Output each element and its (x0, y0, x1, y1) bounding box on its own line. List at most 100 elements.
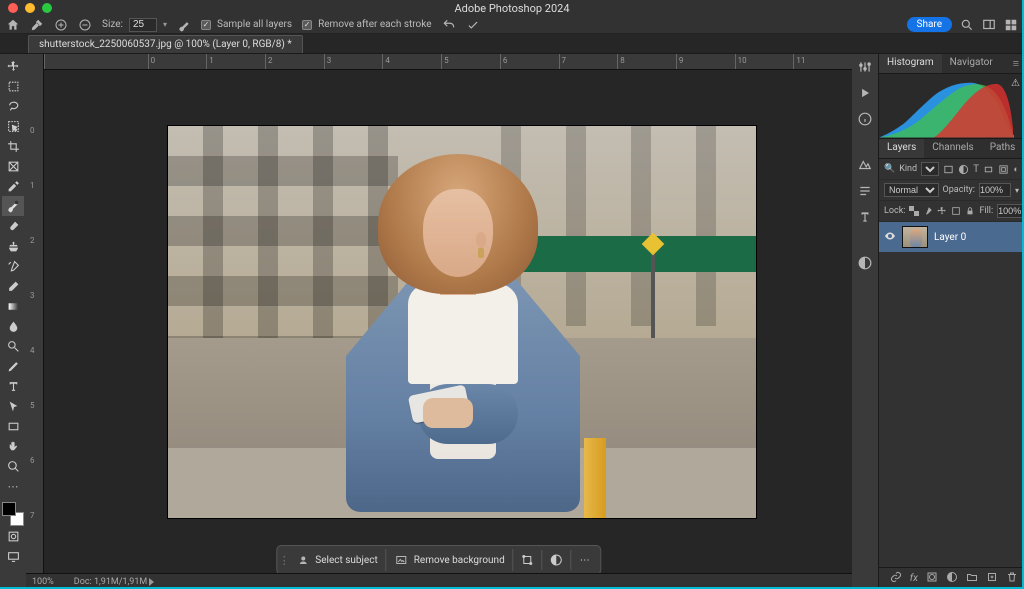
filter-pixel-icon[interactable] (943, 163, 954, 175)
new-layer-icon[interactable] (986, 571, 998, 586)
layer-visibility-icon[interactable] (884, 230, 896, 245)
window-close[interactable] (8, 3, 18, 13)
ctxbar-adjust-button[interactable] (543, 550, 572, 570)
opacity-input[interactable] (979, 183, 1011, 197)
layer-fx-icon[interactable]: fx (910, 573, 918, 584)
paragraph-icon[interactable] (858, 184, 872, 198)
tool-marquee[interactable] (2, 76, 24, 96)
remove-after-stroke-checkbox[interactable]: ✓ (302, 20, 312, 30)
contextual-taskbar[interactable]: ⋮ Select subject Remove background ⋯ (276, 545, 601, 575)
tool-object-select[interactable] (2, 116, 24, 136)
filter-icon[interactable]: 🔍 (884, 163, 895, 175)
tool-hand[interactable] (2, 436, 24, 456)
layer-item-0[interactable]: Layer 0 (879, 222, 1024, 252)
adjustments-icon[interactable] (858, 158, 872, 172)
brush-size-input[interactable] (129, 18, 157, 32)
remove-background-button[interactable]: Remove background (387, 549, 514, 571)
home-icon[interactable] (6, 18, 20, 32)
tool-dodge[interactable] (2, 336, 24, 356)
tool-eraser[interactable] (2, 276, 24, 296)
window-minimize[interactable] (25, 3, 35, 13)
tool-crop[interactable] (2, 136, 24, 156)
tool-type[interactable] (2, 376, 24, 396)
doc-info-dropdown-icon[interactable] (149, 578, 154, 586)
tool-pen[interactable] (2, 356, 24, 376)
blend-mode-select[interactable]: Normal (884, 183, 939, 197)
subtract-icon[interactable] (78, 18, 92, 32)
document-canvas[interactable] (168, 126, 756, 518)
tool-move[interactable] (2, 56, 24, 76)
tab-layers[interactable]: Layers (879, 139, 924, 158)
tool-blur[interactable] (2, 316, 24, 336)
tab-channels[interactable]: Channels (924, 139, 981, 158)
sliders-icon[interactable] (858, 60, 872, 74)
doc-info[interactable]: Doc: 1,91M/1,91M (74, 577, 147, 587)
tool-eyedropper[interactable] (2, 176, 24, 196)
select-subject-button[interactable]: Select subject (288, 549, 386, 571)
zoom-level[interactable]: 100% (32, 577, 54, 587)
histogram-display[interactable]: ⚠ (879, 74, 1024, 138)
workspace-icon[interactable] (982, 18, 996, 32)
trash-icon[interactable] (1006, 571, 1018, 586)
group-icon[interactable] (966, 571, 978, 586)
layer-kind-select[interactable] (921, 162, 939, 176)
filter-type-icon[interactable]: T (973, 163, 979, 175)
foreground-color-swatch[interactable] (2, 502, 16, 516)
lock-trans-icon[interactable] (909, 205, 919, 217)
tool-history-brush[interactable] (2, 256, 24, 276)
filter-shape-icon[interactable] (983, 163, 994, 175)
arrange-icon[interactable] (1004, 18, 1018, 32)
opacity-dropdown-icon[interactable]: ▾ (1015, 186, 1019, 195)
tool-path-select[interactable] (2, 396, 24, 416)
lock-pos-icon[interactable] (937, 205, 947, 217)
tool-frame[interactable] (2, 156, 24, 176)
canvas-area[interactable]: 0 1 2 3 4 5 6 7 0 1 2 3 4 5 6 7 8 9 10 1… (26, 54, 852, 589)
link-layers-icon[interactable] (890, 571, 902, 586)
glyphs-icon[interactable] (858, 210, 872, 224)
tab-histogram[interactable]: Histogram (879, 54, 942, 73)
tool-clone-stamp[interactable] (2, 236, 24, 256)
layer-thumbnail[interactable] (902, 226, 928, 248)
app-title: Adobe Photoshop 2024 (454, 2, 569, 15)
search-icon[interactable] (960, 18, 974, 32)
play-icon[interactable] (858, 86, 872, 100)
ctxbar-handle-icon[interactable]: ⋮ (280, 554, 288, 567)
layer-name[interactable]: Layer 0 (934, 232, 966, 243)
toolbox: ⋯ (0, 54, 26, 589)
tool-rectangle[interactable] (2, 416, 24, 436)
tab-navigator[interactable]: Navigator (942, 54, 1001, 73)
sample-all-layers-checkbox[interactable]: ✓ (201, 20, 211, 30)
tool-preset-icon[interactable] (30, 18, 44, 32)
screenmode-icon[interactable] (2, 546, 24, 566)
filter-toggle-icon[interactable]: ◐ (1013, 163, 1019, 175)
size-dropdown-icon[interactable]: ▾ (163, 20, 167, 29)
lock-all-icon[interactable] (965, 205, 975, 217)
undo-icon[interactable] (442, 18, 456, 32)
fill-input[interactable] (997, 204, 1024, 218)
filter-adjust-icon[interactable] (958, 163, 969, 175)
filter-smart-icon[interactable] (998, 163, 1009, 175)
tool-zoom[interactable] (2, 456, 24, 476)
quickmask-icon[interactable] (2, 526, 24, 546)
tool-brush[interactable] (2, 216, 24, 236)
tool-edit-toolbar[interactable]: ⋯ (2, 476, 24, 496)
color-swatches[interactable] (2, 502, 24, 526)
window-zoom[interactable] (42, 3, 52, 13)
lock-paint-icon[interactable] (923, 205, 933, 217)
brush-settings-icon[interactable] (177, 18, 191, 32)
tool-gradient[interactable] (2, 296, 24, 316)
add-icon[interactable] (54, 18, 68, 32)
tool-lasso[interactable] (2, 96, 24, 116)
adjustment-layer-icon[interactable] (946, 571, 958, 586)
layer-mask-icon[interactable] (926, 571, 938, 586)
info-icon[interactable] (858, 112, 872, 126)
ctxbar-transform-button[interactable] (514, 550, 543, 570)
lock-nest-icon[interactable] (951, 205, 961, 217)
ctxbar-more-button[interactable]: ⋯ (572, 551, 598, 570)
tool-remove[interactable] (2, 196, 24, 216)
tab-paths[interactable]: Paths (982, 139, 1024, 158)
contrast-icon[interactable] (858, 256, 872, 270)
document-tab[interactable]: shutterstock_2250060537.jpg @ 100% (Laye… (28, 35, 303, 53)
commit-icon[interactable] (466, 18, 480, 32)
share-button[interactable]: Share (907, 17, 952, 32)
